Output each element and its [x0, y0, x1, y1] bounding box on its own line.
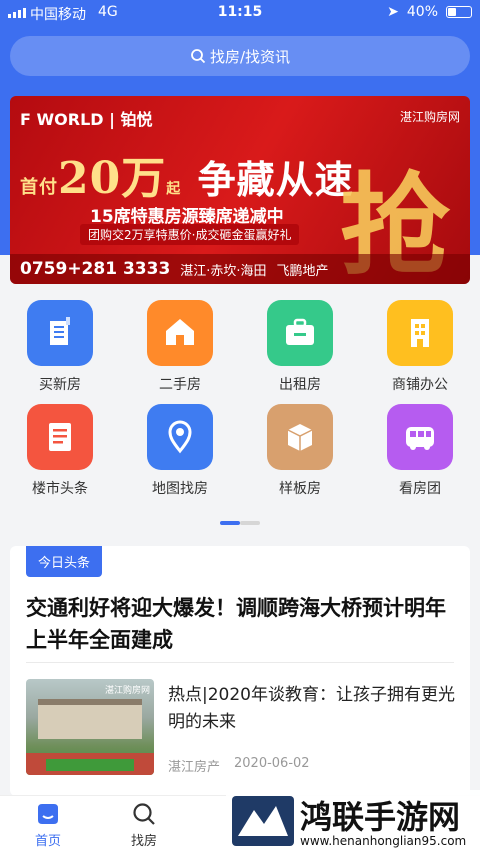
headline-prefix: 首付 [20, 177, 58, 198]
house-icon [147, 300, 213, 366]
news-icon [27, 404, 93, 470]
article-meta: 湛江房产 2020-06-02 [168, 756, 310, 775]
article-title[interactable]: 热点|2020年谈教育：让孩子拥有更光明的未来 [168, 682, 458, 736]
news-card: 今日头条 交通利好将迎大爆发！调顺跨海大桥预计明年上半年全面建成 湛江购房网 热… [10, 546, 470, 796]
thumb-building [38, 699, 142, 739]
category-item[interactable]: 出租房 [240, 300, 360, 394]
location-icon: ➤ [387, 4, 399, 20]
watermark-url: www.henanhonglian95.com [300, 834, 467, 848]
category-label: 二手房 [159, 377, 201, 393]
tab-home-label: 首页 [34, 834, 61, 849]
banner-site: 湛江购房网 [399, 110, 460, 124]
search-icon [133, 803, 155, 825]
home-icon [38, 804, 58, 824]
headline-amount: 20万 [58, 153, 167, 204]
tab-home[interactable]: 首页 [18, 802, 78, 849]
category-label: 楼市头条 [32, 481, 88, 497]
indicator-active [220, 521, 240, 525]
headline-slogan: 争藏从速 [197, 157, 354, 202]
category-item[interactable]: 样板房 [240, 404, 360, 498]
category-label: 买新房 [39, 377, 81, 393]
category-item[interactable]: 楼市头条 [0, 404, 120, 498]
watermark: 鸿联手游网 www.henanhonglian95.com [226, 790, 480, 853]
divider [26, 662, 454, 663]
article-source: 湛江房产 [168, 760, 221, 775]
map-pin-icon [147, 404, 213, 470]
category-item[interactable]: 地图找房 [120, 404, 240, 498]
new-house-icon [27, 300, 93, 366]
category-grid: 买新房 二手房 出租房 商铺办公楼市头条 地图找房 样板房 看房团 [0, 300, 480, 498]
category-label: 地图找房 [152, 481, 208, 497]
search-icon [191, 49, 206, 64]
news-tag: 今日头条 [26, 546, 103, 577]
article-thumbnail[interactable]: 湛江购房网 [26, 679, 154, 775]
page-indicator [220, 521, 260, 525]
category-label: 样板房 [279, 481, 321, 497]
category-item[interactable]: 看房团 [360, 404, 480, 498]
banner-line2: 团购交2万享特惠价·成交砸金蛋赢好礼 [80, 224, 300, 245]
banner-footer: 0759+281 3333 湛江·赤坎·海田 飞鹏地产 [10, 254, 470, 284]
box-icon [267, 404, 333, 470]
article-date: 2020-06-02 [234, 756, 310, 771]
status-bar: 中国移动 4G 11:15 ➤ 40% [0, 0, 480, 26]
search-bar[interactable]: 找房/找资讯 [10, 36, 470, 76]
watermark-logo [232, 796, 294, 846]
category-label: 出租房 [279, 377, 321, 393]
banner-headline: 首付20万起 争藏从速 [20, 142, 354, 206]
tab-find-house[interactable]: 找房 [114, 802, 174, 849]
banner-phone: 0759+281 3333 [20, 259, 171, 279]
category-label: 商铺办公 [392, 377, 448, 393]
bus-icon [387, 404, 453, 470]
category-item[interactable]: 商铺办公 [360, 300, 480, 394]
thumb-field-inner [46, 759, 134, 771]
banner-brand: F WORLD | 铂悦 [20, 110, 153, 129]
battery-icon [446, 6, 472, 18]
promo-banner[interactable]: F WORLD | 铂悦 湛江购房网 首付20万起 争藏从速 抢 15席特惠房源… [10, 96, 470, 284]
banner-locations: 湛江·赤坎·海田 [180, 263, 267, 279]
category-label: 看房团 [399, 481, 441, 497]
office-building-icon [387, 300, 453, 366]
battery-label: 40% [406, 4, 438, 20]
banner-developer: 飞鹏地产 [276, 263, 329, 279]
tab-find-house-label: 找房 [130, 834, 157, 849]
thumb-caption: 湛江购房网 [104, 686, 150, 696]
suitcase-icon [267, 300, 333, 366]
search-placeholder: 找房/找资讯 [209, 47, 291, 66]
news-headline[interactable]: 交通利好将迎大爆发！调顺跨海大桥预计明年上半年全面建成 [26, 592, 456, 656]
category-item[interactable]: 二手房 [120, 300, 240, 394]
indicator-inactive [240, 521, 260, 525]
category-item[interactable]: 买新房 [0, 300, 120, 394]
watermark-name: 鸿联手游网 [300, 798, 461, 836]
headline-suffix: 起 [166, 181, 182, 197]
